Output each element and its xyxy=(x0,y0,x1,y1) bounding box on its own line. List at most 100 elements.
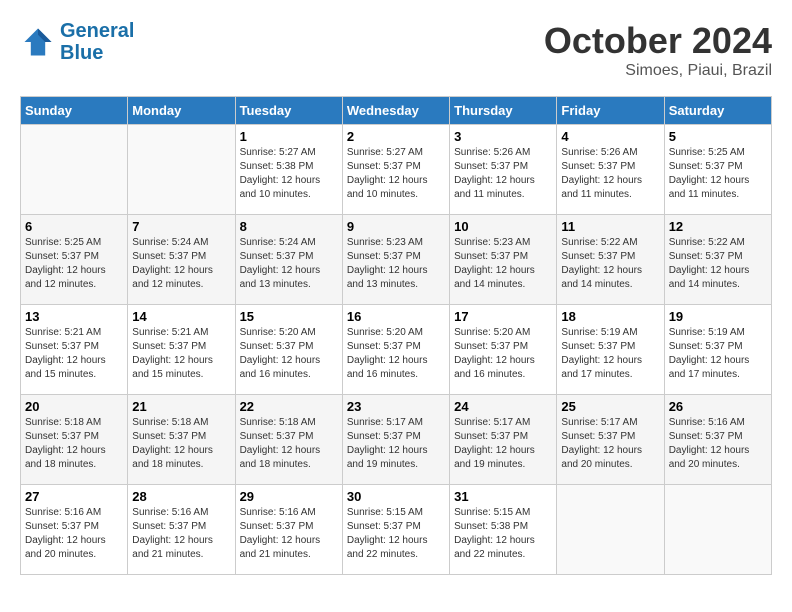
day-number: 24 xyxy=(454,399,552,414)
day-info: Sunrise: 5:15 AM Sunset: 5:37 PM Dayligh… xyxy=(347,506,445,562)
calendar-cell: 1Sunrise: 5:27 AM Sunset: 5:38 PM Daylig… xyxy=(235,125,342,215)
day-number: 18 xyxy=(561,309,659,324)
day-number: 17 xyxy=(454,309,552,324)
day-number: 27 xyxy=(25,489,123,504)
day-number: 3 xyxy=(454,129,552,144)
day-number: 29 xyxy=(240,489,338,504)
calendar-cell: 17 Sunrise: 5:20 AM Sunset: 5:37 PM Dayli… xyxy=(450,305,557,395)
day-info: Sunrise: 5:17 AM Sunset: 5:37 PM Dayligh… xyxy=(347,416,445,472)
day-number: 21 xyxy=(132,399,230,414)
day-info: Sunrise: 5:16 AM Sunset: 5:37 PM Dayligh… xyxy=(132,506,230,562)
calendar-cell: 31 Sunrise: 5:15 AM Sunset: 5:38 PM Dayli… xyxy=(450,485,557,575)
day-number: 20 xyxy=(25,399,123,414)
day-number: 14 xyxy=(132,309,230,324)
day-info: Sunrise: 5:20 AM Sunset: 5:37 PM Dayligh… xyxy=(454,326,552,382)
weekday-header-saturday: Saturday xyxy=(664,97,771,125)
day-info: Sunrise: 5:27 AM Sunset: 5:37 PM Dayligh… xyxy=(347,146,445,202)
calendar-cell: 18 Sunrise: 5:19 AM Sunset: 5:37 PM Dayli… xyxy=(557,305,664,395)
day-info: Sunrise: 5:22 AM Sunset: 5:37 PM Dayligh… xyxy=(561,236,659,292)
day-number: 26 xyxy=(669,399,767,414)
calendar-cell: 22 Sunrise: 5:18 AM Sunset: 5:37 PM Dayli… xyxy=(235,395,342,485)
calendar-cell: 16 Sunrise: 5:20 AM Sunset: 5:37 PM Dayli… xyxy=(342,305,449,395)
month-title: October 2024 xyxy=(544,20,772,62)
calendar-cell: 24 Sunrise: 5:17 AM Sunset: 5:37 PM Dayli… xyxy=(450,395,557,485)
day-info: Sunrise: 5:23 AM Sunset: 5:37 PM Dayligh… xyxy=(347,236,445,292)
day-info: Sunrise: 5:16 AM Sunset: 5:37 PM Dayligh… xyxy=(25,506,123,562)
calendar-cell: 19 Sunrise: 5:19 AM Sunset: 5:37 PM Dayli… xyxy=(664,305,771,395)
calendar-cell: 25 Sunrise: 5:17 AM Sunset: 5:37 PM Dayli… xyxy=(557,395,664,485)
day-info: Sunrise: 5:27 AM Sunset: 5:38 PM Dayligh… xyxy=(240,146,338,202)
calendar-cell: 11 Sunrise: 5:22 AM Sunset: 5:37 PM Dayli… xyxy=(557,215,664,305)
day-number: 16 xyxy=(347,309,445,324)
logo-line1: General xyxy=(60,20,134,42)
calendar-cell: 3 Sunrise: 5:26 AM Sunset: 5:37 PM Daylig… xyxy=(450,125,557,215)
day-info: Sunrise: 5:17 AM Sunset: 5:37 PM Dayligh… xyxy=(454,416,552,472)
weekday-header-friday: Friday xyxy=(557,97,664,125)
calendar-cell: 6 Sunrise: 5:25 AM Sunset: 5:37 PM Daylig… xyxy=(21,215,128,305)
day-number: 31 xyxy=(454,489,552,504)
page-header: General Blue October 2024 Simoes, Piaui,… xyxy=(20,20,772,80)
day-number: 7 xyxy=(132,219,230,234)
calendar-cell xyxy=(664,485,771,575)
day-number: 23 xyxy=(347,399,445,414)
day-info: Sunrise: 5:16 AM Sunset: 5:37 PM Dayligh… xyxy=(240,506,338,562)
title-block: October 2024 Simoes, Piaui, Brazil xyxy=(544,20,772,80)
day-info: Sunrise: 5:19 AM Sunset: 5:37 PM Dayligh… xyxy=(669,326,767,382)
weekday-header-tuesday: Tuesday xyxy=(235,97,342,125)
calendar-cell: 14Sunrise: 5:21 AM Sunset: 5:37 PM Dayli… xyxy=(128,305,235,395)
calendar-cell: 30Sunrise: 5:15 AM Sunset: 5:37 PM Dayli… xyxy=(342,485,449,575)
day-info: Sunrise: 5:26 AM Sunset: 5:37 PM Dayligh… xyxy=(454,146,552,202)
calendar-header-row: SundayMondayTuesdayWednesdayThursdayFrid… xyxy=(21,97,772,125)
day-info: Sunrise: 5:18 AM Sunset: 5:37 PM Dayligh… xyxy=(240,416,338,472)
calendar-cell: 20 Sunrise: 5:18 AM Sunset: 5:37 PM Dayli… xyxy=(21,395,128,485)
day-info: Sunrise: 5:26 AM Sunset: 5:37 PM Dayligh… xyxy=(561,146,659,202)
day-info: Sunrise: 5:24 AM Sunset: 5:37 PM Dayligh… xyxy=(132,236,230,292)
day-info: Sunrise: 5:17 AM Sunset: 5:37 PM Dayligh… xyxy=(561,416,659,472)
calendar-cell: 28Sunrise: 5:16 AM Sunset: 5:37 PM Dayli… xyxy=(128,485,235,575)
day-number: 5 xyxy=(669,129,767,144)
calendar-cell xyxy=(21,125,128,215)
weekday-header-monday: Monday xyxy=(128,97,235,125)
calendar-week-row: 6 Sunrise: 5:25 AM Sunset: 5:37 PM Daylig… xyxy=(21,215,772,305)
day-info: Sunrise: 5:23 AM Sunset: 5:37 PM Dayligh… xyxy=(454,236,552,292)
day-info: Sunrise: 5:21 AM Sunset: 5:37 PM Dayligh… xyxy=(25,326,123,382)
calendar-week-row: 1Sunrise: 5:27 AM Sunset: 5:38 PM Daylig… xyxy=(21,125,772,215)
logo-icon xyxy=(20,24,56,60)
day-number: 19 xyxy=(669,309,767,324)
weekday-header-thursday: Thursday xyxy=(450,97,557,125)
day-number: 9 xyxy=(347,219,445,234)
logo-line2: Blue xyxy=(60,42,103,64)
calendar-week-row: 20 Sunrise: 5:18 AM Sunset: 5:37 PM Dayli… xyxy=(21,395,772,485)
day-info: Sunrise: 5:19 AM Sunset: 5:37 PM Dayligh… xyxy=(561,326,659,382)
weekday-header-sunday: Sunday xyxy=(21,97,128,125)
day-info: Sunrise: 5:25 AM Sunset: 5:37 PM Dayligh… xyxy=(25,236,123,292)
day-info: Sunrise: 5:24 AM Sunset: 5:37 PM Dayligh… xyxy=(240,236,338,292)
calendar-cell: 12 Sunrise: 5:22 AM Sunset: 5:37 PM Dayli… xyxy=(664,215,771,305)
day-number: 2 xyxy=(347,129,445,144)
calendar-cell: 10Sunrise: 5:23 AM Sunset: 5:37 PM Dayli… xyxy=(450,215,557,305)
day-info: Sunrise: 5:22 AM Sunset: 5:37 PM Dayligh… xyxy=(669,236,767,292)
calendar-cell: 27 Sunrise: 5:16 AM Sunset: 5:37 PM Dayli… xyxy=(21,485,128,575)
day-number: 11 xyxy=(561,219,659,234)
day-number: 8 xyxy=(240,219,338,234)
day-number: 12 xyxy=(669,219,767,234)
day-number: 6 xyxy=(25,219,123,234)
day-info: Sunrise: 5:18 AM Sunset: 5:37 PM Dayligh… xyxy=(25,416,123,472)
calendar-cell: 2 Sunrise: 5:27 AM Sunset: 5:37 PM Daylig… xyxy=(342,125,449,215)
day-info: Sunrise: 5:15 AM Sunset: 5:38 PM Dayligh… xyxy=(454,506,552,562)
calendar-cell: 9 Sunrise: 5:23 AM Sunset: 5:37 PM Daylig… xyxy=(342,215,449,305)
calendar-cell: 23 Sunrise: 5:17 AM Sunset: 5:37 PM Dayli… xyxy=(342,395,449,485)
day-info: Sunrise: 5:18 AM Sunset: 5:37 PM Dayligh… xyxy=(132,416,230,472)
day-info: Sunrise: 5:20 AM Sunset: 5:37 PM Dayligh… xyxy=(240,326,338,382)
day-info: Sunrise: 5:16 AM Sunset: 5:37 PM Dayligh… xyxy=(669,416,767,472)
calendar-table: SundayMondayTuesdayWednesdayThursdayFrid… xyxy=(20,96,772,575)
calendar-cell: 13Sunrise: 5:21 AM Sunset: 5:37 PM Dayli… xyxy=(21,305,128,395)
calendar-cell: 5Sunrise: 5:25 AM Sunset: 5:37 PM Daylig… xyxy=(664,125,771,215)
calendar-cell: 26 Sunrise: 5:16 AM Sunset: 5:37 PM Dayli… xyxy=(664,395,771,485)
day-info: Sunrise: 5:20 AM Sunset: 5:37 PM Dayligh… xyxy=(347,326,445,382)
logo: General Blue xyxy=(20,20,134,64)
day-number: 25 xyxy=(561,399,659,414)
day-number: 22 xyxy=(240,399,338,414)
calendar-week-row: 27 Sunrise: 5:16 AM Sunset: 5:37 PM Dayli… xyxy=(21,485,772,575)
calendar-cell: 15Sunrise: 5:20 AM Sunset: 5:37 PM Dayli… xyxy=(235,305,342,395)
